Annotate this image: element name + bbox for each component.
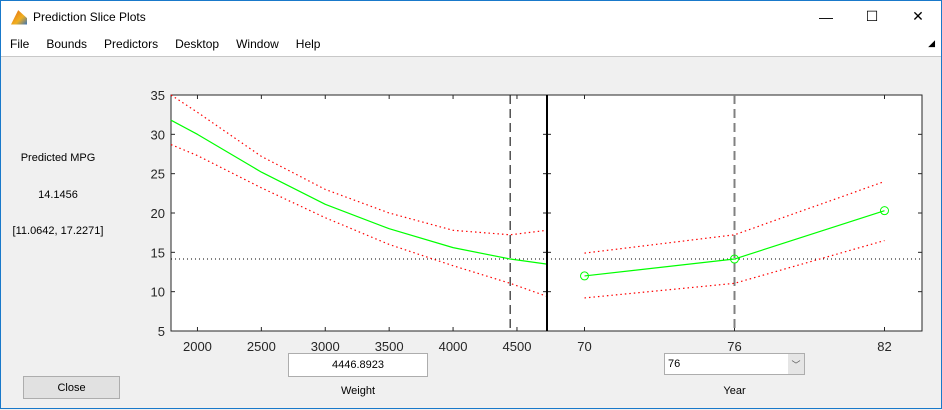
menu-file[interactable]: File xyxy=(10,37,29,51)
year-select-value: 76 xyxy=(668,358,681,370)
predicted-value: 14.1456 xyxy=(38,189,78,201)
prediction-interval: [11.0642, 17.2271] xyxy=(12,225,104,237)
y-tick-label: 20 xyxy=(151,206,165,221)
title-bar: Prediction Slice Plots — ☐ ✕ xyxy=(1,1,941,32)
x-tick-label: 3500 xyxy=(375,339,404,354)
menu-desktop[interactable]: Desktop xyxy=(175,37,219,51)
x-tick-label: 2000 xyxy=(183,339,212,354)
x-tick-label: 76 xyxy=(727,339,741,354)
y-tick-label: 25 xyxy=(151,167,165,182)
menu-bounds[interactable]: Bounds xyxy=(46,37,87,51)
dock-arrow-icon[interactable]: ◢ xyxy=(928,38,935,49)
y-tick-label: 35 xyxy=(151,88,165,103)
maximize-button[interactable]: ☐ xyxy=(849,1,895,32)
predicted-label: Predicted MPG xyxy=(20,152,96,164)
y-tick-label: 5 xyxy=(158,324,165,339)
matlab-icon xyxy=(11,10,27,25)
window-title: Prediction Slice Plots xyxy=(33,9,146,24)
menu-predictors[interactable]: Predictors xyxy=(104,37,158,51)
slice-plots[interactable]: 2000 2500 3000 3500 4000 4500 5 10 15 20 25 30 35 70 7… xyxy=(1,1,942,410)
menu-bar: File Bounds Predictors Desktop Window He… xyxy=(1,32,941,57)
y-tick-label: 30 xyxy=(151,127,165,142)
x-tick-label: 70 xyxy=(577,339,591,354)
x-tick-label: 82 xyxy=(877,339,891,354)
close-window-button[interactable]: ✕ xyxy=(895,1,941,32)
x-tick-label: 4000 xyxy=(439,339,468,354)
x-tick-label: 3000 xyxy=(311,339,340,354)
weight-input[interactable]: 4446.8923 xyxy=(288,353,428,377)
y-tick-label: 10 xyxy=(151,285,165,300)
plot-area-0 xyxy=(170,94,548,332)
x-tick-label: 4500 xyxy=(503,339,532,354)
menu-window[interactable]: Window xyxy=(236,37,279,51)
year-label: Year xyxy=(723,385,746,397)
chevron-down-icon[interactable]: ﹀ xyxy=(788,354,804,374)
y-tick-label: 15 xyxy=(151,245,165,260)
minimize-button[interactable]: — xyxy=(803,1,849,32)
weight-label: Weight xyxy=(340,385,376,397)
menu-help[interactable]: Help xyxy=(296,37,321,51)
year-select[interactable]: 76 ﹀ xyxy=(664,353,805,375)
close-button[interactable]: Close xyxy=(23,376,120,399)
x-tick-label: 2500 xyxy=(247,339,276,354)
